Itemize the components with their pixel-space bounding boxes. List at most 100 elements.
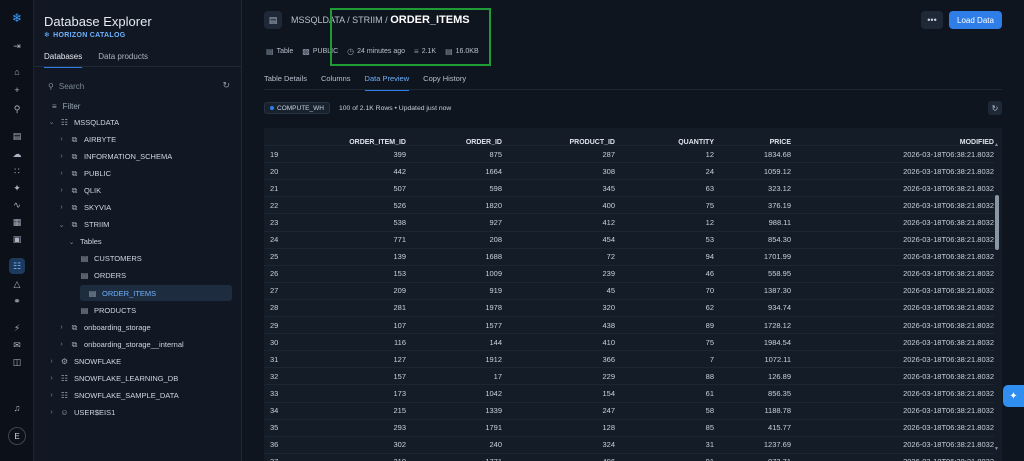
table-cell: 2026-03-18T06:38:21.8032 <box>903 320 994 330</box>
table-row[interactable]: 22 526 1820 400 75 376.19 2026-03-18T06:38:21.… <box>264 196 994 213</box>
table-row[interactable]: 19 399 875 287 12 1834.68 2026-03-18T06:38:21.… <box>264 145 994 162</box>
worksheets-icon[interactable]: ▤ <box>9 128 25 144</box>
table-cell: 94 <box>705 252 714 262</box>
chevron-right-icon[interactable]: › <box>48 358 55 365</box>
search-icon[interactable]: ⚲ <box>9 101 25 117</box>
table-row[interactable]: 23 538 927 412 12 988.11 2026-03-18T06:38:21.8… <box>264 213 994 230</box>
chevron-right-icon[interactable]: › <box>48 409 55 416</box>
table-row[interactable]: 29 107 1577 438 89 1728.12 2026-03-18T06:38:21… <box>264 316 994 333</box>
chevron-down-icon[interactable]: ⌄ <box>68 238 75 246</box>
warning-icon[interactable]: △ <box>9 276 25 292</box>
chevron-right-icon[interactable]: › <box>58 204 65 211</box>
refresh-icon[interactable]: ↻ <box>222 80 230 91</box>
tree-item[interactable]: ⌄ ☷ MSSQLDATA <box>48 114 120 130</box>
table-row[interactable]: 30 116 144 410 75 1984.54 2026-03-18T06:38:21.… <box>264 333 994 350</box>
refresh-button[interactable]: ↻ <box>988 101 1002 115</box>
avatar[interactable]: E <box>8 427 26 445</box>
chevron-right-icon[interactable]: › <box>58 187 65 194</box>
tree-item[interactable]: ▤ CUSTOMERS <box>80 251 142 267</box>
tree-item[interactable]: › ⧉ PUBLIC <box>58 165 111 181</box>
marketplace-icon[interactable]: ▣ <box>9 231 25 247</box>
dashboard-icon[interactable]: ▦ <box>9 214 25 230</box>
table-row[interactable]: 34 215 1339 247 58 1188.78 2026-03-18T06:38:21… <box>264 401 994 419</box>
search-input[interactable]: ⚲ Search ↻ <box>48 79 230 93</box>
tree-item[interactable]: ▤ PRODUCTS <box>80 302 136 318</box>
collapse-panel-icon[interactable]: ⇥ <box>9 38 25 54</box>
table-cell: 281 <box>393 303 406 313</box>
more-options-button[interactable]: ••• <box>921 11 943 29</box>
plus-icon[interactable]: + <box>9 82 25 98</box>
table-cell: 37 <box>264 457 304 461</box>
table-row[interactable]: 35 293 1791 128 85 415.77 2026-03-18T06:38:21.… <box>264 418 994 436</box>
load-data-button[interactable]: Load Data <box>949 11 1002 29</box>
table-cell: 70 <box>705 286 714 296</box>
chevron-right-icon[interactable]: › <box>58 170 65 177</box>
table-row[interactable]: 26 153 1009 239 46 558.95 2026-03-18T06:38:21.… <box>264 264 994 282</box>
scroll-up-icon[interactable]: ▲ <box>994 142 999 148</box>
filter-button[interactable]: ≡ Filter <box>52 102 80 111</box>
tree-item[interactable]: › ⧉ QLIK <box>58 182 101 198</box>
tree-item[interactable]: ▤ ORDERS <box>80 268 126 284</box>
table-row[interactable]: 31 127 1912 366 7 1072.11 2026-03-18T06:38:21.… <box>264 350 994 367</box>
chevron-right-icon[interactable]: › <box>58 136 65 143</box>
tree-item[interactable]: › ⧉ onboarding_storage <box>58 319 150 335</box>
chevron-right-icon[interactable]: › <box>58 324 65 331</box>
warehouse-selector[interactable]: COMPUTE_WH <box>264 102 330 114</box>
tree-item-label: CUSTOMERS <box>94 254 142 264</box>
tree-item[interactable]: › ⧉ onboarding_storage__internal <box>58 336 183 352</box>
tree-item[interactable]: › ⧉ AIRBYTE <box>58 131 116 147</box>
table-row[interactable]: 28 281 1978 320 62 934.74 2026-03-18T06:38:21.… <box>264 298 994 316</box>
tree-item[interactable]: › ⧉ INFORMATION_SCHEMA <box>58 148 172 164</box>
monitor-icon[interactable]: ◫ <box>9 354 25 370</box>
table-row[interactable]: 36 302 240 324 31 1237.69 2026-03-18T06:38:21.… <box>264 435 994 453</box>
table-row[interactable]: 20 442 1664 308 24 1059.12 2026-03-18T06:38:21… <box>264 162 994 179</box>
ai-icon[interactable]: ✦ <box>9 180 25 196</box>
table-row[interactable]: 21 507 598 345 63 323.12 2026-03-18T06:38:21.8… <box>264 179 994 196</box>
main-area: ▤ MSSQLDATA / STRIIM / ORDER_ITEMS ▤ Tabl… <box>242 0 1024 461</box>
table-cell: 63 <box>705 183 714 193</box>
table-row[interactable]: 32 157 17 229 88 126.89 2026-03-18T06:38:21.80… <box>264 367 994 384</box>
lightning-icon[interactable]: ⚡ <box>9 320 25 336</box>
chevron-right-icon[interactable]: › <box>48 392 55 399</box>
table-cell: 1042 <box>485 388 502 398</box>
chevron-right-icon[interactable]: › <box>48 375 55 382</box>
tree-item[interactable]: ⌄ Tables <box>68 234 102 250</box>
tree-item[interactable]: ⌄ ⧉ STRIIM <box>58 217 110 233</box>
snowflake-logo-icon[interactable]: ❄ <box>9 10 25 26</box>
chevron-right-icon[interactable]: › <box>58 341 65 348</box>
tree-item[interactable]: › ☺ USER$EIS1 <box>48 405 115 421</box>
tree-item-label: QLIK <box>84 185 102 195</box>
tree-item[interactable]: ▤ ORDER_ITEMS <box>80 285 232 301</box>
table-cell: 320 <box>602 303 615 313</box>
table-row[interactable]: 37310177140691873.712026-03-18T06:38:21.… <box>264 452 994 461</box>
table-row[interactable]: 24 771 208 454 53 854.30 2026-03-18T06:38:21.8… <box>264 230 994 248</box>
tree-item[interactable]: › ⧉ SKYVIA <box>58 200 111 216</box>
tree-item[interactable]: › ☷ SNOWFLAKE_LEARNING_DB <box>48 371 178 387</box>
table-cell: 215 <box>393 406 406 415</box>
horizon-catalog-link[interactable]: ❄ HORIZON CATALOG <box>44 31 125 40</box>
table-cell: 31 <box>270 354 279 364</box>
scrollbar-thumb[interactable] <box>995 195 999 250</box>
flow-icon[interactable]: ∷ <box>9 163 25 179</box>
assistant-button[interactable]: ✦ <box>1003 385 1024 407</box>
tree-item[interactable]: › ⚙ SNOWFLAKE <box>48 353 121 369</box>
table-cell: 1820 <box>485 200 502 210</box>
chat-icon[interactable]: ✉ <box>9 337 25 353</box>
table-row[interactable]: 27 209 919 45 70 1387.30 2026-03-18T06:38:21.8… <box>264 281 994 299</box>
shield-icon[interactable]: ⚭ <box>9 293 25 309</box>
table-row[interactable]: 33 173 1042 154 61 856.35 2026-03-18T06:38:21.… <box>264 384 994 401</box>
table-cell: 30 <box>270 337 279 347</box>
chevron-down-icon[interactable]: ⌄ <box>58 221 65 229</box>
bell-icon[interactable]: ♫ <box>9 400 25 416</box>
activity-icon[interactable]: ∿ <box>9 197 25 213</box>
cloud-icon[interactable]: ☁ <box>9 146 25 162</box>
database-explorer-icon[interactable]: ☷ <box>9 258 25 274</box>
grid-scrollbar[interactable]: ▲ ▼ <box>994 140 1000 460</box>
tree-item[interactable]: › ☷ SNOWFLAKE_SAMPLE_DATA <box>48 388 178 404</box>
chevron-down-icon[interactable]: ⌄ <box>48 118 55 126</box>
home-icon[interactable]: ⌂ <box>9 64 25 80</box>
scroll-down-icon[interactable]: ▼ <box>994 446 999 452</box>
chevron-right-icon[interactable]: › <box>58 153 65 160</box>
table-cell: 45 <box>606 286 615 296</box>
table-row[interactable]: 25 139 1688 72 94 1701.99 2026-03-18T06:38:21.… <box>264 247 994 265</box>
